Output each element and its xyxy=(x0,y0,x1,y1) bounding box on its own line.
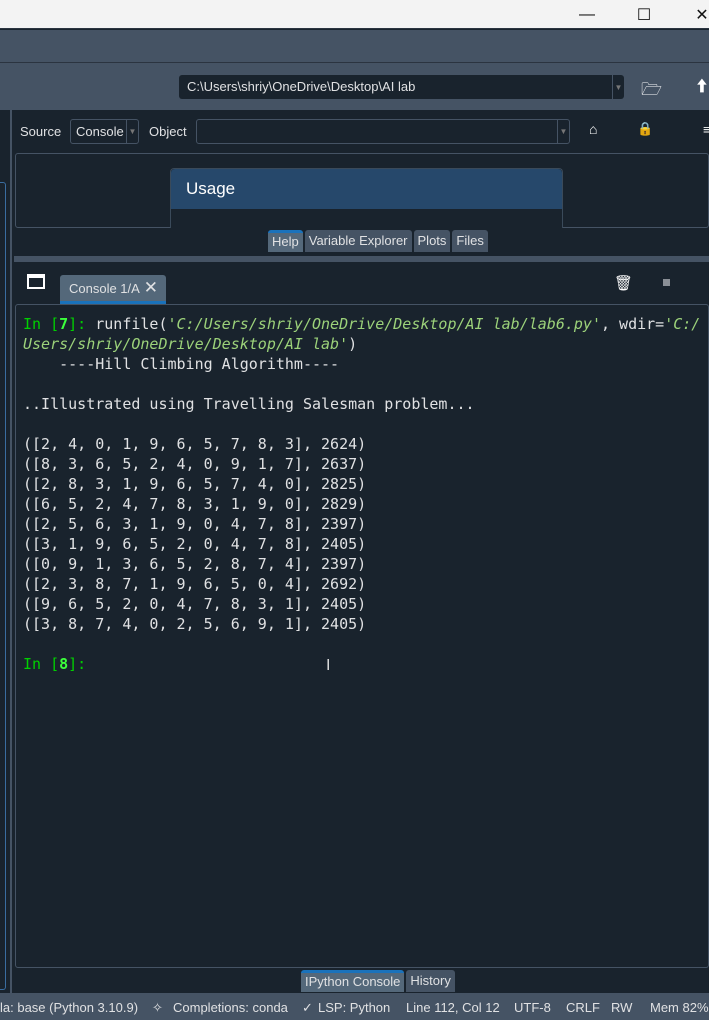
tab-label: Console 1/A xyxy=(69,281,140,296)
output-line: ----Hill Climbing Algorithm---- xyxy=(23,355,340,373)
stop-icon[interactable] xyxy=(663,279,670,286)
status-eol: CRLF xyxy=(566,1000,600,1015)
chevron-down-icon[interactable]: ▼ xyxy=(557,120,569,143)
close-icon[interactable]: ✕ xyxy=(144,278,158,298)
output-line: ([2, 3, 8, 7, 1, 9, 6, 5, 0, 4], 2692) xyxy=(23,575,367,593)
usage-title: Usage xyxy=(171,169,562,209)
tab-help[interactable]: Help xyxy=(268,230,303,252)
folder-open-icon[interactable]: 🗁 xyxy=(641,77,662,106)
status-env[interactable]: la: base (Python 3.10.9) xyxy=(0,1000,138,1015)
help-pane-tabs: Help Variable Explorer Plots Files xyxy=(268,230,488,252)
lock-icon[interactable]: 🔒 xyxy=(637,121,653,137)
tab-ipython-console[interactable]: IPython Console xyxy=(301,970,405,992)
source-label: Source xyxy=(20,124,62,139)
input-prompt[interactable]: In [8]: xyxy=(23,654,700,674)
trash-icon[interactable]: 🗑 xyxy=(614,274,633,292)
status-memory: Mem 82% xyxy=(650,1000,709,1015)
chevron-down-icon[interactable]: ▼ xyxy=(612,75,624,99)
output-line: ([0, 9, 1, 3, 6, 5, 2, 8, 7, 4], 2397) xyxy=(23,555,367,573)
title-bar: — ☐ ✕ xyxy=(0,0,709,29)
arrow-up-icon[interactable]: 🠩 xyxy=(697,74,707,104)
tab-history[interactable]: History xyxy=(406,970,455,992)
close-button[interactable]: ✕ xyxy=(682,0,709,29)
output-line: ..Illustrated using Travelling Salesman … xyxy=(23,395,475,413)
output-line: ([2, 8, 3, 1, 9, 6, 5, 7, 4, 0], 2825) xyxy=(23,475,367,493)
output-line: ([2, 4, 0, 1, 9, 6, 5, 7, 8, 3], 2624) xyxy=(23,435,367,453)
output-lines: ----Hill Climbing Algorithm---- ..Illustr… xyxy=(23,354,700,654)
output-line: ([6, 5, 2, 4, 7, 8, 3, 1, 9, 0], 2829) xyxy=(23,495,367,513)
menu-icon[interactable]: ≡ xyxy=(703,122,709,137)
output-line: ([3, 8, 7, 4, 0, 2, 5, 6, 9, 1], 2405) xyxy=(23,615,367,633)
output-line: ([8, 3, 6, 5, 2, 4, 0, 9, 1, 7], 2637) xyxy=(23,455,367,473)
object-label: Object xyxy=(149,124,187,139)
status-position: Line 112, Col 12 xyxy=(406,1000,500,1015)
console-pane-tabs: IPython Console History xyxy=(14,968,709,993)
completions-icon: ✧ xyxy=(152,1000,163,1015)
tab-plots[interactable]: Plots xyxy=(413,230,451,252)
console-output: In [7]: runfile('C:/Users/shriy/OneDrive… xyxy=(23,315,701,674)
source-value: Console xyxy=(76,124,124,139)
text-cursor-icon: I xyxy=(326,657,331,674)
usage-box: Usage xyxy=(170,168,563,228)
status-completions[interactable]: Completions: conda xyxy=(173,1000,288,1015)
home-icon[interactable]: ⌂ xyxy=(589,121,597,137)
status-mode: RW xyxy=(611,1000,633,1015)
status-encoding: UTF-8 xyxy=(514,1000,551,1015)
status-lsp[interactable]: LSP: Python xyxy=(318,1000,390,1015)
path-value: C:\Users\shriy\OneDrive\Desktop\AI lab xyxy=(187,79,416,94)
tab-console-1[interactable]: Console 1/A ✕ xyxy=(60,275,166,304)
chevron-down-icon[interactable]: ▼ xyxy=(126,120,138,143)
output-line: ([9, 6, 5, 2, 0, 4, 7, 8, 3, 1], 2405) xyxy=(23,595,367,613)
working-directory-combo[interactable]: C:\Users\shriy\OneDrive\Desktop\AI lab ▼ xyxy=(179,75,624,99)
object-input[interactable]: ▼ xyxy=(196,119,570,144)
check-icon: ✓ xyxy=(302,1000,313,1015)
tab-files[interactable]: Files xyxy=(452,230,488,252)
output-line: ([3, 1, 9, 6, 5, 2, 0, 4, 7, 8], 2405) xyxy=(23,535,367,553)
output-line: ([2, 5, 6, 3, 1, 9, 0, 4, 7, 8], 2397) xyxy=(23,515,367,533)
tab-variable-explorer[interactable]: Variable Explorer xyxy=(304,230,412,252)
left-pane-edge xyxy=(0,110,12,993)
maximize-button[interactable]: ☐ xyxy=(624,0,664,29)
minimize-button[interactable]: — xyxy=(567,0,607,29)
window-icon[interactable] xyxy=(27,274,45,289)
source-combo[interactable]: Console ▼ xyxy=(70,119,139,144)
status-bar: la: base (Python 3.10.9) ✧ Completions: … xyxy=(0,993,709,1020)
main-toolbar xyxy=(0,30,709,63)
